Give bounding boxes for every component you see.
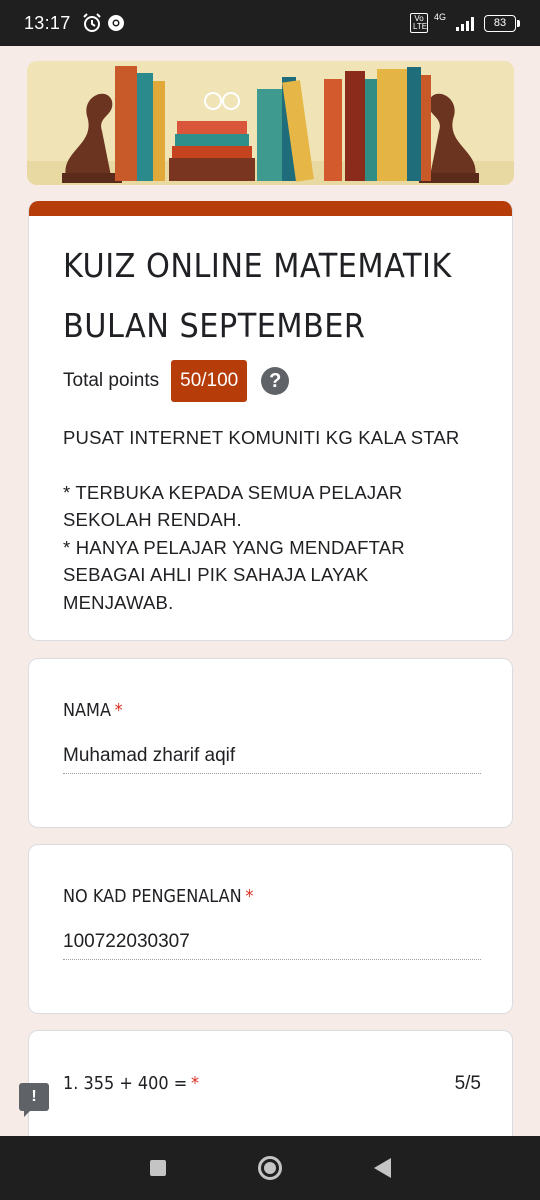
question-card-nama: NAMA * Muhamad zharif aqif — [28, 658, 513, 828]
question-card-ic: NO KAD PENGENALAN * 100722030307 — [28, 844, 513, 1014]
total-points-row: Total points 50/100 ? — [63, 360, 478, 402]
chrome-icon — [107, 14, 125, 32]
status-bar: 13:17 Vo LTE 4G 83 — [0, 0, 540, 46]
question-label: 1. 355 + 400 = * — [63, 1074, 200, 1094]
answer-text: Muhamad zharif aqif — [63, 745, 481, 774]
required-asterisk: * — [245, 887, 254, 907]
question-score: 5/5 — [454, 1073, 481, 1094]
help-icon[interactable]: ? — [261, 367, 290, 395]
answer-text: 100722030307 — [63, 931, 481, 960]
question-label: NAMA * — [63, 701, 123, 721]
required-asterisk: * — [190, 1074, 200, 1094]
description-line: * HANYA PELAJAR YANG MENDAFTAR SEBAGAI A… — [63, 536, 405, 613]
recents-button[interactable] — [149, 1160, 166, 1176]
question-label: NO KAD PENGENALAN * — [63, 887, 254, 907]
total-points-label: Total points — [63, 370, 160, 391]
clock: 13:17 — [24, 12, 71, 33]
form-description: PUSAT INTERNET KOMUNITI KG KALA STAR * T… — [63, 424, 478, 616]
form-title: KUIZ ONLINE MATEMATIK BULAN SEPTEMBER — [63, 246, 452, 345]
feedback-icon[interactable]: ! — [19, 1083, 49, 1117]
accent-bar — [29, 201, 512, 216]
form-header-card: KUIZ ONLINE MATEMATIK BULAN SEPTEMBER To… — [28, 201, 513, 641]
home-button[interactable] — [257, 1156, 282, 1180]
header-banner-image — [27, 61, 514, 185]
description-line: PUSAT INTERNET KOMUNITI KG KALA STAR — [63, 427, 460, 448]
signal-icon — [456, 15, 478, 31]
back-button[interactable] — [373, 1158, 391, 1178]
required-asterisk: * — [114, 701, 123, 721]
description-line: * TERBUKA KEPADA SEMUA PELAJAR SEKOLAH R… — [63, 481, 403, 531]
network-type: 4G — [433, 12, 446, 22]
score-badge: 50/100 — [171, 360, 248, 402]
system-nav-bar — [0, 1136, 540, 1200]
battery-icon: 83 — [484, 14, 520, 32]
volte-icon: Vo LTE — [409, 13, 428, 33]
form-scroll-area[interactable]: KUIZ ONLINE MATEMATIK BULAN SEPTEMBER To… — [0, 46, 540, 1136]
question-card-1: 1. 355 + 400 = * 5/5 — [28, 1030, 513, 1136]
alarm-icon — [81, 12, 103, 34]
